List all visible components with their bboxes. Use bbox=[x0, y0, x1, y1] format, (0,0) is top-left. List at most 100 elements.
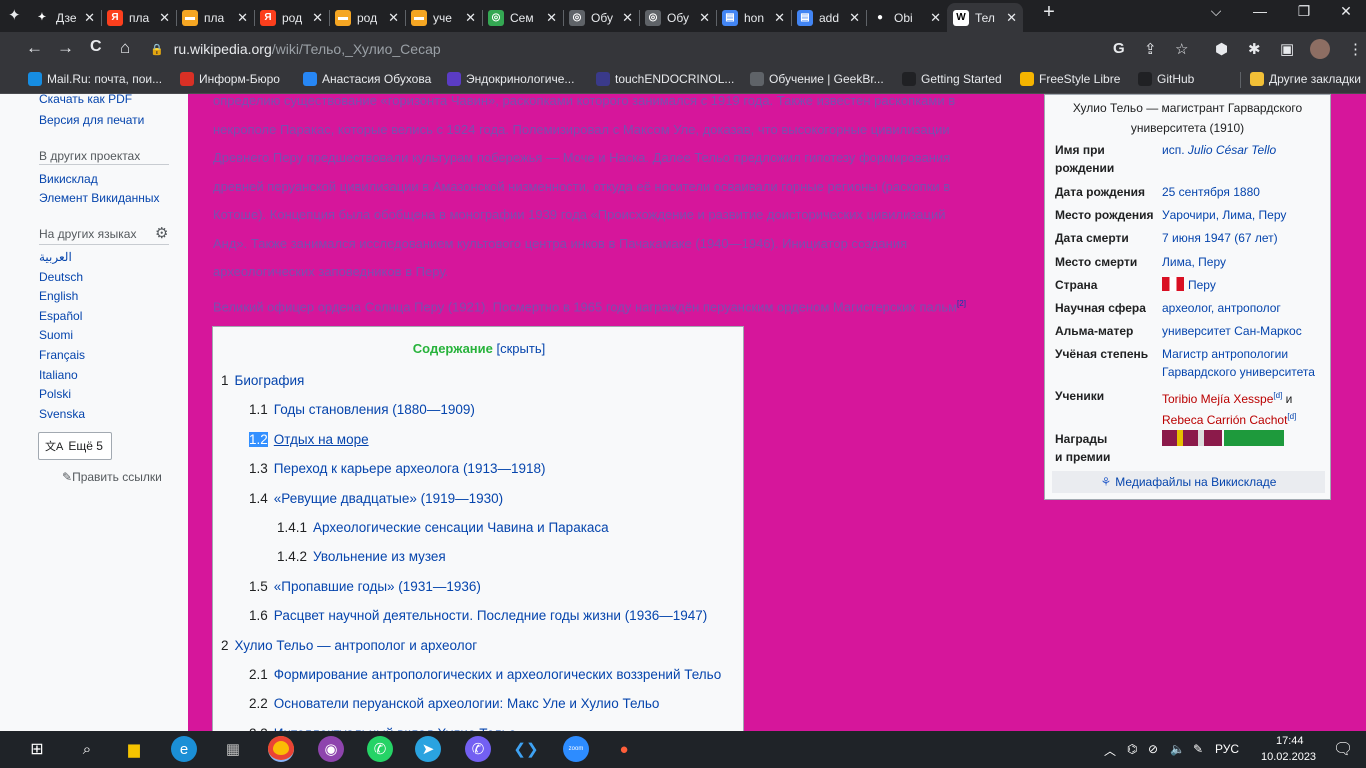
toc-item[interactable]: 2.1 Формирование антропологических и архе… bbox=[249, 667, 721, 682]
wikidata-link[interactable]: Элемент Викиданных bbox=[39, 191, 160, 205]
extension-icon[interactable]: ⬢ bbox=[1215, 40, 1228, 58]
drop-app-icon[interactable]: ● bbox=[611, 736, 637, 762]
edge-icon[interactable]: e bbox=[171, 736, 197, 762]
toc-item[interactable]: 1.6 Расцвет научной деятельности. Последн… bbox=[249, 608, 707, 623]
bookmark-item[interactable]: Информ-Бюро bbox=[180, 72, 280, 86]
toc-item[interactable]: 1.4.2 Увольнение из музея bbox=[277, 549, 446, 564]
commons-link[interactable]: Викисклад bbox=[39, 172, 98, 186]
language-link[interactable]: Deutsch bbox=[39, 270, 83, 284]
commons-media-bar[interactable]: ⚘ Медиафайлы на Викискладе bbox=[1052, 471, 1325, 493]
close-tab-icon[interactable]: ✕ bbox=[699, 10, 710, 26]
browser-tab[interactable]: ▬ пла ✕ bbox=[176, 3, 254, 32]
notifications-icon[interactable]: 🗨 bbox=[1333, 739, 1353, 759]
address-bar[interactable]: 🔒 ru.wikipedia.org/wiki/Тельо,_Хулио_Сес… bbox=[150, 36, 1100, 62]
degree-value[interactable]: Магистр антропологии Гарвардского универс… bbox=[1162, 345, 1328, 381]
bookmark-item[interactable]: touchENDOCRINOL... bbox=[596, 72, 734, 86]
browser-tab[interactable]: W Тел ✕ bbox=[947, 3, 1023, 32]
app-menu-icon[interactable]: ✦ bbox=[8, 6, 21, 24]
back-button[interactable]: ← bbox=[26, 38, 43, 58]
toc-item[interactable]: 1.4.1 Археологические сенсации Чавина и П… bbox=[277, 520, 609, 535]
wikidata-ref[interactable]: [d] bbox=[1287, 412, 1296, 421]
google-icon[interactable]: G bbox=[1113, 40, 1125, 57]
birth-date-link[interactable]: 25 сентября 1880 bbox=[1162, 183, 1328, 201]
birth-place-link[interactable]: Уарочири, Лима, Перу bbox=[1162, 206, 1328, 224]
close-tab-icon[interactable]: ✕ bbox=[237, 10, 248, 26]
browser-tab[interactable]: ▬ уче ✕ bbox=[405, 3, 482, 32]
close-tab-icon[interactable]: ✕ bbox=[1006, 10, 1017, 26]
browser-tab[interactable]: ◎ Обу ✕ bbox=[563, 3, 639, 32]
reload-button[interactable]: C bbox=[90, 38, 102, 56]
pen-icon[interactable]: ✎ bbox=[1193, 742, 1203, 756]
language-link[interactable]: Polski bbox=[39, 387, 71, 401]
forward-button[interactable]: → bbox=[57, 38, 74, 58]
toc-item[interactable]: 1.5 «Пропавшие годы» (1931—1936) bbox=[249, 579, 481, 594]
commons-media-link[interactable]: Медиафайлы на Викискладе bbox=[1115, 475, 1276, 489]
profile-avatar[interactable] bbox=[1310, 39, 1330, 59]
browser-tab[interactable]: Ярод ✕ bbox=[254, 3, 329, 32]
bookmark-item[interactable]: Эндокринологиче... bbox=[447, 72, 574, 86]
share-icon[interactable]: ⇪ bbox=[1144, 40, 1157, 58]
language-indicator[interactable]: РУС bbox=[1215, 742, 1239, 756]
chrome-icon[interactable] bbox=[268, 736, 294, 762]
bookmark-item[interactable]: Анастасия Обухова bbox=[303, 72, 431, 86]
gear-icon[interactable]: ⚙ bbox=[155, 224, 168, 242]
bookmark-star-icon[interactable]: ☆ bbox=[1175, 40, 1188, 58]
new-tab-button[interactable]: + bbox=[1029, 1, 1069, 24]
bookmark-item[interactable]: Mail.Ru: почта, пои... bbox=[28, 72, 162, 86]
browser-tab[interactable]: ✦ Дзе ✕ bbox=[28, 3, 101, 32]
bookmark-item[interactable]: FreeStyle Libre bbox=[1020, 72, 1120, 86]
order-of-sun-ribbon[interactable] bbox=[1162, 430, 1222, 446]
toc-item[interactable]: 1.2 Отдых на море bbox=[249, 431, 369, 447]
zoom-icon[interactable]: zoom bbox=[563, 736, 589, 762]
calculator-icon[interactable]: ▦ bbox=[220, 736, 246, 762]
windows-start-icon[interactable]: ⊞ bbox=[24, 736, 50, 762]
wikidata-ref[interactable]: [d] bbox=[1273, 391, 1282, 400]
clock-time[interactable]: 17:44 bbox=[1276, 735, 1304, 747]
degree-line[interactable]: Магистр антропологии bbox=[1162, 347, 1288, 361]
language-link[interactable]: العربية bbox=[39, 250, 72, 264]
minimize-button[interactable]: — bbox=[1240, 3, 1280, 19]
vscode-icon[interactable]: ❮❯ bbox=[513, 736, 539, 762]
language-link[interactable]: Español bbox=[39, 309, 82, 323]
language-link[interactable]: Italiano bbox=[39, 368, 78, 382]
viber-icon[interactable]: ✆ bbox=[465, 736, 491, 762]
close-tab-icon[interactable]: ✕ bbox=[312, 10, 323, 26]
menu-icon[interactable]: ⋮ bbox=[1348, 40, 1363, 58]
download-pdf-link[interactable]: Скачать как PDF bbox=[39, 94, 132, 106]
telegram-icon[interactable]: ➤ bbox=[415, 736, 441, 762]
close-tab-icon[interactable]: ✕ bbox=[388, 10, 399, 26]
browser-tab[interactable]: ▤ add ✕ bbox=[791, 3, 866, 32]
close-tab-icon[interactable]: ✕ bbox=[84, 10, 95, 26]
country-link[interactable]: Перу bbox=[1188, 278, 1216, 292]
language-link[interactable]: English bbox=[39, 289, 78, 303]
language-link[interactable]: Suomi bbox=[39, 328, 73, 342]
browser-tab[interactable]: ● Obi ✕ bbox=[866, 3, 947, 32]
browser-tab[interactable]: ◎ Сем ✕ bbox=[482, 3, 563, 32]
volume-icon[interactable]: 🔈 bbox=[1170, 742, 1185, 756]
tab-search-button[interactable]: ⌵ bbox=[1196, 3, 1236, 20]
maximize-button[interactable]: ❐ bbox=[1284, 3, 1324, 20]
close-tab-icon[interactable]: ✕ bbox=[622, 10, 633, 26]
puzzle-icon[interactable]: ✱ bbox=[1248, 40, 1261, 58]
wifi-off-icon[interactable]: ⊘ bbox=[1148, 742, 1158, 756]
clock-date[interactable]: 10.02.2023 bbox=[1261, 751, 1316, 763]
toc-item[interactable]: 1.3 Переход к карьере археолога (1913—191… bbox=[249, 461, 546, 476]
country-value[interactable]: Перу bbox=[1162, 276, 1328, 294]
home-button[interactable]: ⌂ bbox=[120, 38, 130, 58]
toc-item[interactable]: 2.2 Основатели перуанской археологии: Мак… bbox=[249, 696, 659, 711]
more-languages-button[interactable]: 文A Ещё 5 bbox=[38, 432, 112, 460]
footnote-ref[interactable]: [2] bbox=[957, 299, 966, 308]
network-icon[interactable]: ⌬ bbox=[1127, 742, 1137, 756]
bookmark-item[interactable]: GitHub bbox=[1138, 72, 1194, 86]
podcast-app-icon[interactable]: ◉ bbox=[318, 736, 344, 762]
bookmark-item[interactable]: Getting Started bbox=[902, 72, 1002, 86]
death-date-link[interactable]: 7 июня 1947 (67 лет) bbox=[1162, 229, 1328, 247]
degree-line[interactable]: Гарвардского университета bbox=[1162, 365, 1315, 379]
close-tab-icon[interactable]: ✕ bbox=[159, 10, 170, 26]
browser-tab[interactable]: ▤ hon ✕ bbox=[716, 3, 791, 32]
close-tab-icon[interactable]: ✕ bbox=[930, 10, 941, 26]
tray-chevron-icon[interactable]: ︿ bbox=[1104, 742, 1116, 759]
alma-mater-link[interactable]: университет Сан-Маркос bbox=[1162, 322, 1328, 340]
close-tab-icon[interactable]: ✕ bbox=[774, 10, 785, 26]
close-tab-icon[interactable]: ✕ bbox=[849, 10, 860, 26]
